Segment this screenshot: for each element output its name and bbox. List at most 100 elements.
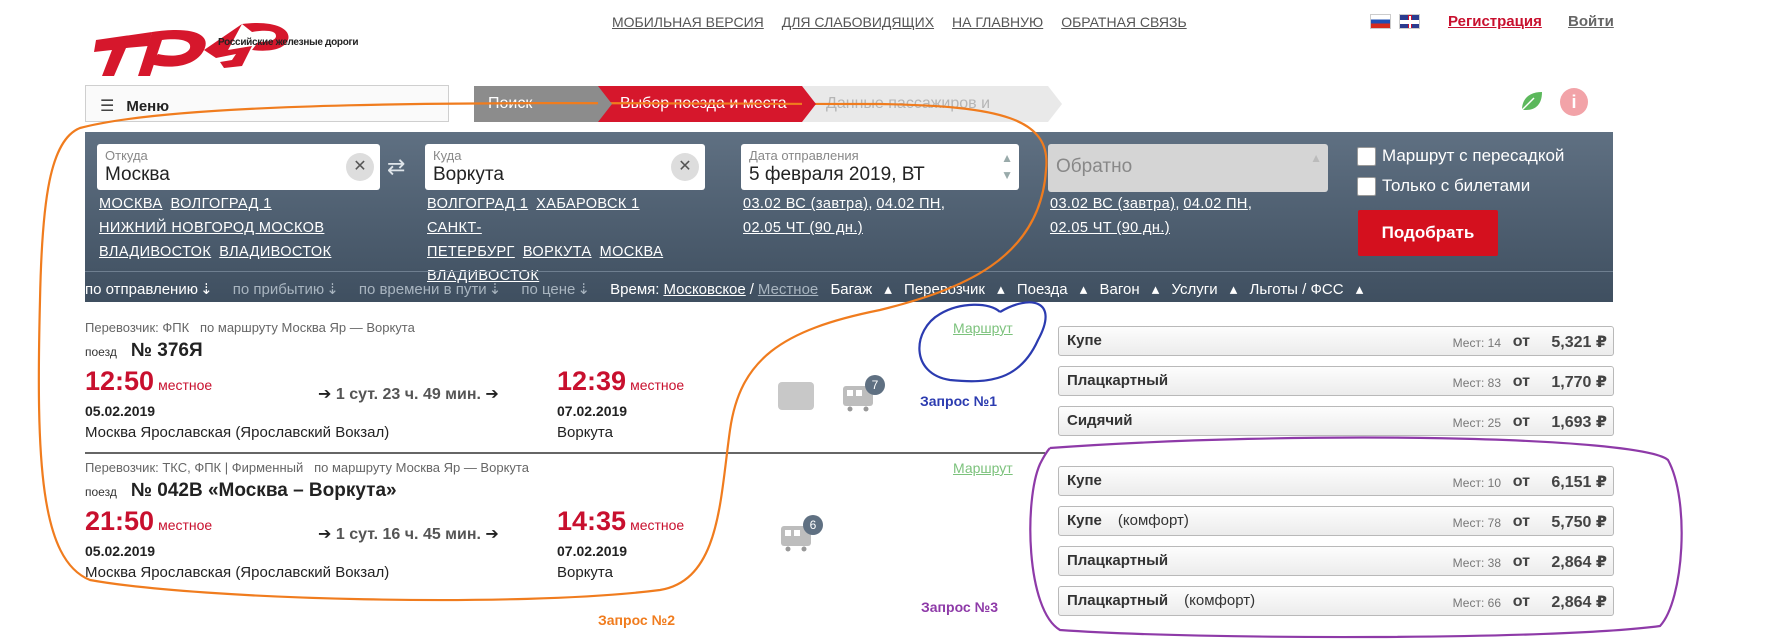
train-number[interactable]: поезд № 042В «Москва – Воркута» bbox=[85, 480, 397, 502]
sort-by-travel-time[interactable]: по времени в пути ⇣ bbox=[359, 281, 509, 298]
filter-services[interactable]: Услуги ▴ bbox=[1171, 281, 1237, 298]
step-choose-train: Выбор поезда и места bbox=[598, 86, 816, 122]
date-value[interactable]: 5 февраля 2019, ВТ bbox=[749, 163, 1011, 187]
to-suggestion[interactable]: ВОРКУТА bbox=[523, 244, 592, 260]
sort-arrow-icon: ⇣ bbox=[199, 281, 213, 298]
menu-button[interactable]: ☰ Меню bbox=[85, 85, 449, 122]
accessibility-link[interactable]: ДЛЯ СЛАБОВИДЯЩИХ bbox=[782, 14, 934, 30]
from-value[interactable]: Москва bbox=[105, 163, 372, 187]
date-quick-link[interactable]: 02.05 ЧТ (90 дн.) bbox=[743, 220, 863, 236]
fare-class: Плацкартный bbox=[1067, 592, 1169, 609]
date-quick-link[interactable]: 04.02 ПН bbox=[876, 196, 940, 212]
return-spinner-icon[interactable]: ▲ bbox=[1310, 150, 1322, 167]
russian-flag-icon[interactable] bbox=[1370, 14, 1391, 29]
fare-price: 1,693 ₽ bbox=[1551, 414, 1607, 431]
menu-label: Меню bbox=[126, 98, 170, 115]
baggage-icon[interactable] bbox=[778, 382, 814, 410]
to-suggestion[interactable]: САНКТ-ПЕТЕРБУРГ bbox=[427, 220, 515, 260]
search-options: Маршрут с пересадкой Только с билетами bbox=[1357, 146, 1564, 206]
return-quick-links: 03.02 ВС (завтра), 04.02 ПН, 02.05 ЧТ (9… bbox=[1050, 196, 1252, 236]
train-number[interactable]: поезд № 376Я bbox=[85, 340, 203, 362]
from-suggestion[interactable]: НИЖНИЙ НОВГОРОД МОСКОВ bbox=[99, 220, 324, 236]
to-suggestion[interactable]: ВОЛГОГРАД 1 bbox=[427, 196, 528, 212]
arrival-time-zone: местное bbox=[630, 517, 685, 533]
fare-subclass: (комфорт) bbox=[1184, 592, 1256, 609]
fare-price: 1,770 ₽ bbox=[1551, 374, 1607, 391]
filter-carrier[interactable]: Перевозчик ▴ bbox=[904, 281, 1005, 298]
fare-seats: Мест: 10 bbox=[1452, 476, 1501, 490]
time-moscow-link[interactable]: Московское bbox=[663, 281, 745, 298]
arrow-right-icon: ➔ bbox=[318, 526, 332, 543]
login-link[interactable]: Войти bbox=[1568, 13, 1614, 30]
from-suggestion[interactable]: ВЛАДИВОСТОК bbox=[219, 244, 331, 260]
sort-arrow-icon: ⇣ bbox=[326, 281, 339, 298]
mobile-version-link[interactable]: МОБИЛЬНАЯ ВЕРСИЯ bbox=[612, 14, 764, 30]
register-link[interactable]: Регистрация bbox=[1448, 13, 1542, 30]
return-quick-link[interactable]: 04.02 ПН bbox=[1183, 196, 1247, 212]
fare-from: от bbox=[1512, 593, 1530, 610]
from-field[interactable]: Откуда Москва ✕ bbox=[97, 144, 380, 190]
return-quick-link[interactable]: 02.05 ЧТ (90 дн.) bbox=[1050, 220, 1170, 236]
return-date-field[interactable]: Обратно ▲ bbox=[1048, 144, 1328, 192]
sort-arrow-icon: ⇣ bbox=[577, 281, 590, 298]
rzd-logo[interactable] bbox=[92, 18, 392, 78]
travel-duration: ➔ 1 сут. 23 ч. 49 мин. ➔ bbox=[318, 384, 499, 404]
fare-option[interactable]: Плацкартный Мест: 38 от 2,864 ₽ bbox=[1058, 546, 1614, 576]
to-suggestion[interactable]: ХАБАРОВСК 1 bbox=[536, 196, 639, 212]
from-suggestion[interactable]: ВЛАДИВОСТОК bbox=[99, 244, 211, 260]
menu-icon: ☰ bbox=[100, 98, 115, 115]
route-link[interactable]: Маршрут bbox=[953, 460, 1013, 476]
find-button[interactable]: Подобрать bbox=[1358, 210, 1498, 256]
route-link[interactable]: Маршрут bbox=[953, 320, 1013, 336]
to-field[interactable]: Куда Воркута ✕ bbox=[425, 144, 705, 190]
date-field[interactable]: Дата отправления 5 февраля 2019, ВТ ▲ ▼ bbox=[741, 144, 1019, 190]
fare-option[interactable]: Купе Мест: 14 от 5,321 ₽ bbox=[1058, 326, 1614, 356]
date-quick-link[interactable]: 03.02 ВС (завтра) bbox=[743, 196, 868, 212]
return-quick-link[interactable]: 03.02 ВС (завтра) bbox=[1050, 196, 1175, 212]
date-label: Дата отправления bbox=[749, 148, 859, 163]
arrival-station: Воркута bbox=[557, 564, 613, 581]
travel-duration-value: 1 сут. 16 ч. 45 мин. bbox=[335, 526, 481, 543]
from-suggestion[interactable]: ВОЛГОГРАД 1 bbox=[171, 196, 272, 212]
feedback-link[interactable]: ОБРАТНАЯ СВЯЗЬ bbox=[1061, 14, 1186, 30]
date-spinner-icon[interactable]: ▲ ▼ bbox=[1001, 150, 1013, 184]
transfer-checkbox[interactable] bbox=[1357, 146, 1376, 166]
fare-from: от bbox=[1512, 553, 1530, 570]
filter-benefits[interactable]: Льготы / ФСС ▴ bbox=[1250, 281, 1364, 298]
arrow-right-icon: ➔ bbox=[485, 386, 499, 403]
filter-baggage[interactable]: Багаж ▴ bbox=[830, 281, 891, 298]
fare-option[interactable]: Купе Мест: 10 от 6,151 ₽ bbox=[1058, 466, 1614, 496]
swap-icon[interactable]: ⇄ bbox=[387, 154, 405, 180]
english-flag-icon[interactable] bbox=[1399, 14, 1420, 29]
clear-to-icon[interactable]: ✕ bbox=[671, 153, 699, 181]
filter-car[interactable]: Вагон ▴ bbox=[1099, 281, 1159, 298]
fare-option[interactable]: Купе (комфорт) Мест: 78 от 5,750 ₽ bbox=[1058, 506, 1614, 536]
fare-class: Плацкартный bbox=[1067, 372, 1169, 389]
time-local-link[interactable]: Местное bbox=[758, 281, 818, 298]
fare-from: от bbox=[1512, 413, 1530, 430]
fare-option[interactable]: Плацкартный Мест: 83 от 1,770 ₽ bbox=[1058, 366, 1614, 396]
from-label: Откуда bbox=[105, 148, 148, 163]
step-search[interactable]: Поиск билета bbox=[474, 86, 612, 148]
fare-seats: Мест: 83 bbox=[1452, 376, 1501, 390]
to-value[interactable]: Воркута bbox=[433, 163, 697, 187]
annotation-label-q2: Запрос №2 bbox=[598, 612, 675, 628]
annotation-label-q3: Запрос №3 bbox=[921, 599, 998, 615]
tickets-only-checkbox[interactable] bbox=[1357, 176, 1376, 196]
clear-from-icon[interactable]: ✕ bbox=[346, 153, 374, 181]
train-number-text: № 042В «Москва – Воркута» bbox=[130, 480, 397, 501]
home-link[interactable]: НА ГЛАВНУЮ bbox=[952, 14, 1043, 30]
fare-option[interactable]: Плацкартный (комфорт) Мест: 66 от 2,864 ₽ bbox=[1058, 586, 1614, 616]
train-card-376: Перевозчик: ФПК по маршруту Москва Яр — … bbox=[85, 320, 1085, 450]
from-suggestion[interactable]: МОСКВА bbox=[99, 196, 163, 212]
fare-price: 5,321 ₽ bbox=[1551, 334, 1607, 351]
filter-trains[interactable]: Поезда ▴ bbox=[1017, 281, 1087, 298]
to-suggestion[interactable]: МОСКВА bbox=[600, 244, 664, 260]
fare-option[interactable]: Сидячий Мест: 25 от 1,693 ₽ bbox=[1058, 406, 1614, 436]
leaf-icon[interactable] bbox=[1518, 88, 1544, 114]
sort-by-price[interactable]: по цене ⇣ bbox=[521, 281, 598, 298]
info-icon[interactable]: i bbox=[1560, 88, 1588, 116]
sort-by-arrival[interactable]: по прибытию ⇣ bbox=[233, 281, 347, 298]
filter-baggage-label: Багаж bbox=[830, 281, 873, 298]
sort-by-departure[interactable]: по отправлению ⇣ bbox=[85, 281, 221, 298]
